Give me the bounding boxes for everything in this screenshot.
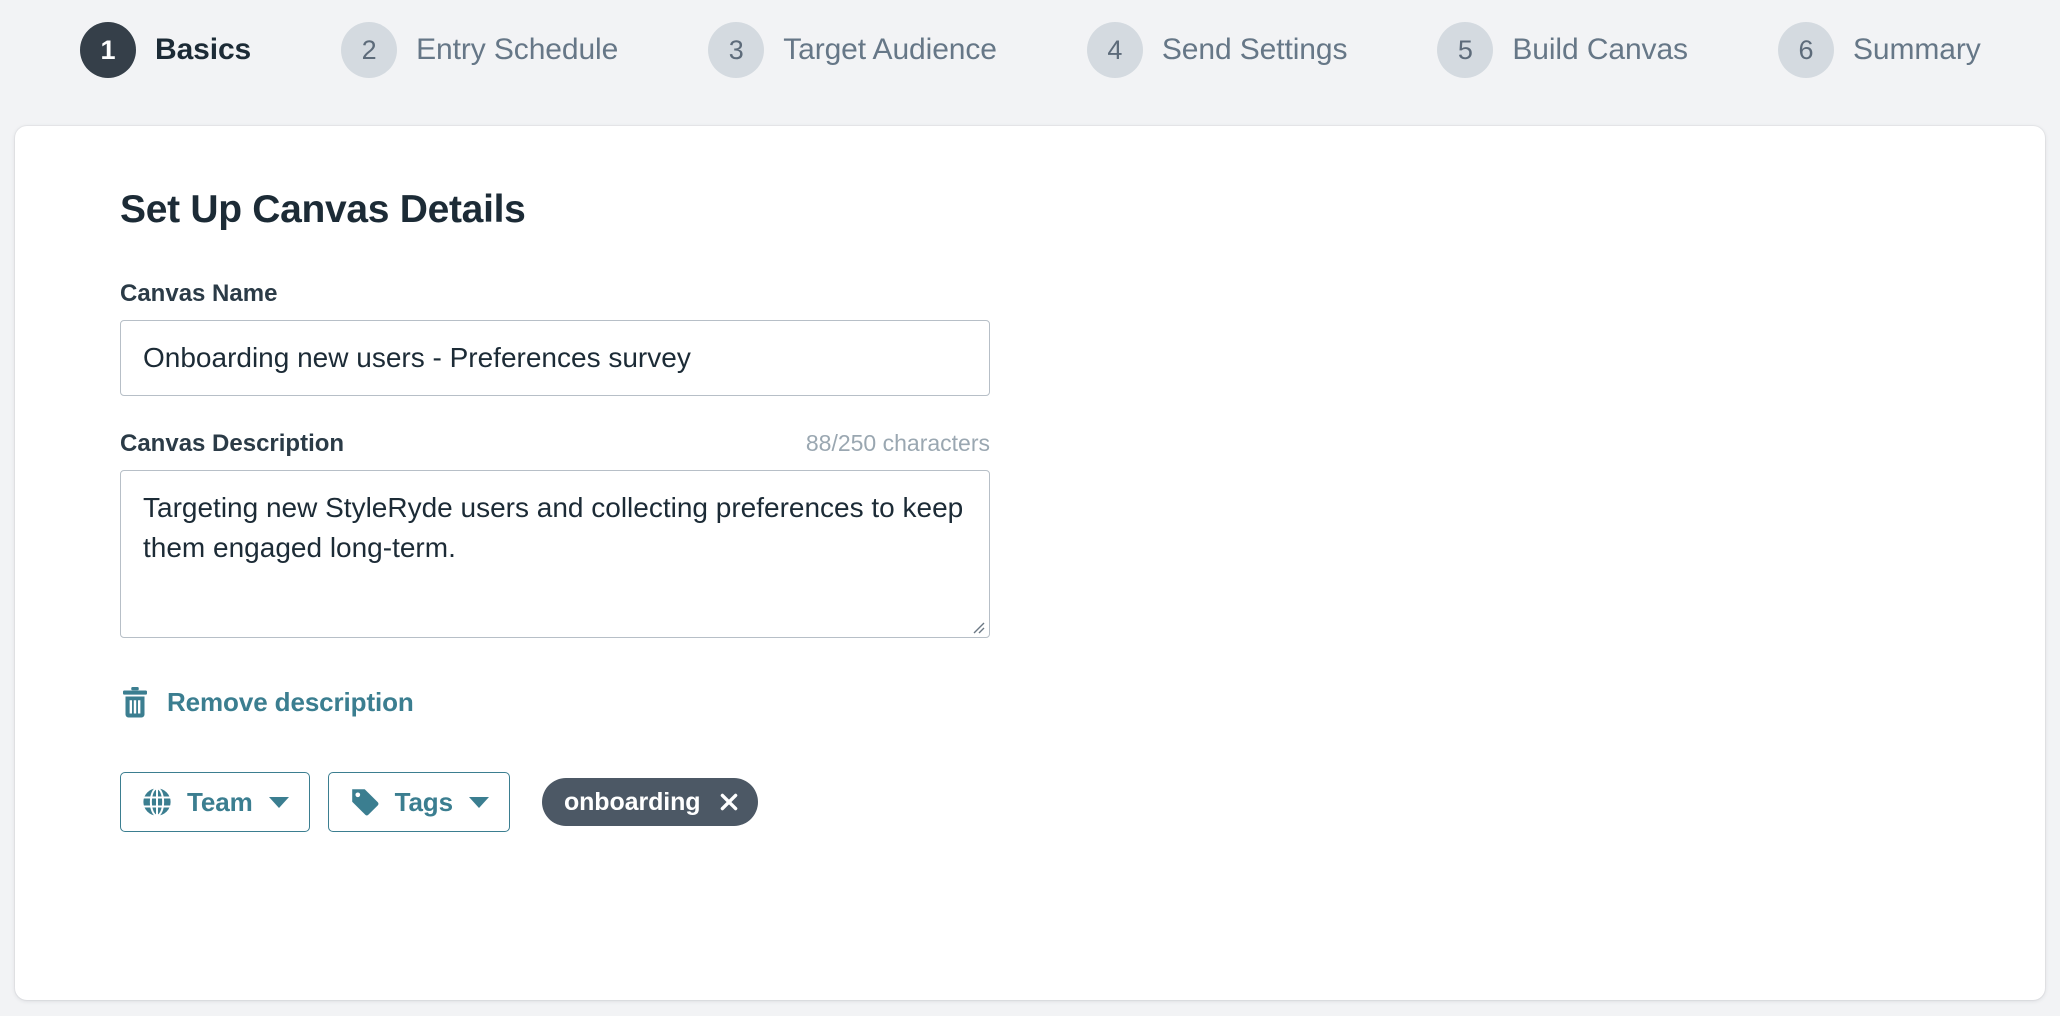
- tags-button-label: Tags: [394, 786, 453, 817]
- step-label: Build Canvas: [1512, 33, 1688, 66]
- stepper-step-send-settings[interactable]: 4 Send Settings: [1086, 22, 1348, 78]
- canvas-description-field: Canvas Description 88/250 characters: [120, 430, 990, 638]
- canvas-description-label: Canvas Description: [120, 430, 345, 457]
- chevron-down-icon: [268, 796, 289, 808]
- wizard-stepper: 1 Basics 2 Entry Schedule 3 Target Audie…: [0, 0, 2060, 100]
- chevron-down-icon: [468, 796, 489, 808]
- step-label: Target Audience: [783, 33, 997, 66]
- remove-description-label: Remove description: [167, 687, 414, 717]
- canvas-details-card: Set Up Canvas Details Canvas Name Canvas…: [15, 126, 2045, 1000]
- globe-icon: [141, 786, 173, 818]
- step-label: Basics: [155, 33, 252, 66]
- stepper-step-build-canvas[interactable]: 5 Build Canvas: [1437, 22, 1688, 78]
- team-dropdown-button[interactable]: Team: [120, 772, 310, 832]
- stepper-step-basics[interactable]: 1 Basics: [80, 22, 251, 78]
- metadata-controls-row: Team Tags onboarding: [120, 772, 2045, 832]
- step-number-badge: 3: [708, 22, 765, 78]
- step-label: Summary: [1852, 33, 1981, 66]
- step-number-badge: 1: [80, 22, 136, 78]
- step-label: Entry Schedule: [416, 33, 619, 66]
- canvas-name-field: Canvas Name: [120, 280, 990, 396]
- step-number-badge: 2: [341, 22, 398, 78]
- canvas-name-label: Canvas Name: [120, 280, 278, 307]
- stepper-step-entry-schedule[interactable]: 2 Entry Schedule: [341, 22, 618, 78]
- tag-chip[interactable]: onboarding: [541, 778, 759, 826]
- step-number-badge: 5: [1437, 22, 1494, 78]
- tag-icon: [349, 786, 381, 818]
- trash-icon: [120, 686, 150, 719]
- stepper-step-summary[interactable]: 6 Summary: [1777, 22, 1981, 78]
- tag-chip-label: onboarding: [563, 787, 701, 816]
- canvas-description-textarea[interactable]: [120, 470, 990, 638]
- page-title: Set Up Canvas Details: [120, 188, 526, 231]
- step-label: Send Settings: [1161, 33, 1348, 66]
- close-icon[interactable]: [718, 791, 740, 813]
- remove-description-button[interactable]: Remove description: [120, 686, 414, 719]
- canvas-name-input[interactable]: [120, 320, 990, 396]
- tags-dropdown-button[interactable]: Tags: [327, 772, 510, 832]
- step-number-badge: 4: [1086, 22, 1143, 78]
- step-number-badge: 6: [1777, 22, 1834, 78]
- character-counter: 88/250 characters: [805, 430, 990, 456]
- stepper-step-target-audience[interactable]: 3 Target Audience: [708, 22, 997, 78]
- team-button-label: Team: [187, 786, 253, 817]
